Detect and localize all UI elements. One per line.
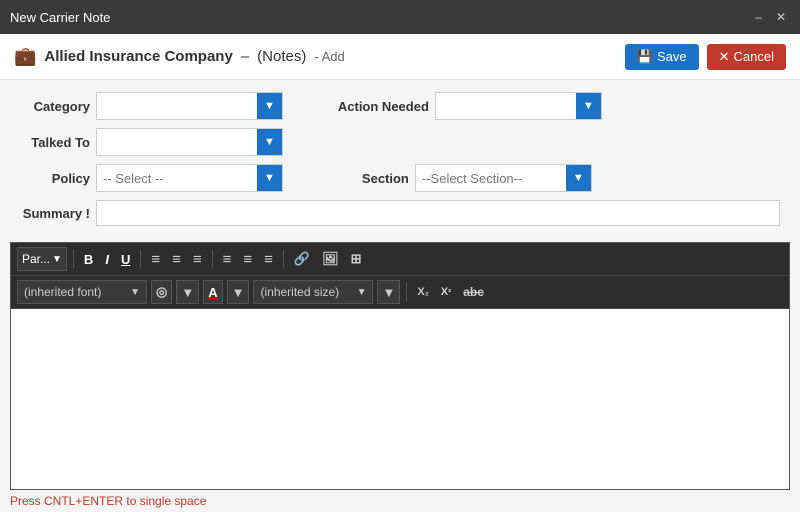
outdent-button[interactable]: ≡ [260, 247, 277, 271]
align-right-button[interactable]: ≡ [189, 247, 206, 271]
paragraph-label: Par... [22, 252, 50, 266]
title-bar: New Carrier Note – ✕ [0, 0, 800, 34]
category-group: Category ▼ [20, 92, 283, 120]
list-unordered-button[interactable]: ≡ [219, 247, 236, 271]
image-button[interactable]: 🖼 [318, 247, 343, 271]
font-special-button[interactable]: ◎ [151, 280, 172, 304]
summary-label: Summary ! [20, 206, 90, 221]
action-needed-input[interactable] [436, 93, 576, 119]
header-separator: – [241, 48, 249, 65]
cancel-button[interactable]: ✕ Cancel [707, 44, 786, 70]
toolbar-sep-3 [212, 250, 213, 268]
category-select-wrapper: ▼ [96, 92, 283, 120]
underline-button[interactable]: U [117, 247, 134, 271]
font-size-arrow-btn[interactable]: ▼ [377, 280, 400, 304]
header-section: (Notes) [257, 48, 306, 65]
font-color-button[interactable]: A [203, 280, 222, 304]
table-button[interactable]: ⊞ [347, 247, 366, 271]
font-size-dropdown[interactable]: (inherited size) ▼ [253, 280, 373, 304]
save-disk-icon: 💾 [637, 49, 653, 65]
editor-container: Par... ▼ B I U ≡ ≡ ≡ ≡ ≡ ≡ 🔗 🖼 ⊞ (inheri… [10, 242, 790, 490]
hint-text: Press CNTL+ENTER to single space [0, 490, 800, 512]
save-label: Save [657, 49, 687, 64]
form-row-3: Policy ▼ Section ▼ [20, 164, 780, 192]
toolbar-sep-2 [140, 250, 141, 268]
section-select-wrapper: ▼ [415, 164, 592, 192]
title-bar-left: New Carrier Note [10, 10, 110, 25]
list-ordered-button[interactable]: ≡ [239, 247, 256, 271]
paragraph-dropdown[interactable]: Par... ▼ [17, 247, 67, 271]
policy-dropdown-arrow: ▼ [264, 172, 275, 184]
action-needed-dropdown-btn[interactable]: ▼ [576, 93, 601, 119]
section-dropdown-btn[interactable]: ▼ [566, 165, 591, 191]
paragraph-arrow: ▼ [52, 254, 62, 265]
dialog: 💼 Allied Insurance Company – (Notes) - A… [0, 34, 800, 512]
save-button[interactable]: 💾 Save [625, 44, 699, 70]
font-family-dropdown[interactable]: (inherited font) ▼ [17, 280, 147, 304]
dialog-header: 💼 Allied Insurance Company – (Notes) - A… [0, 34, 800, 80]
editor-toolbar-top: Par... ▼ B I U ≡ ≡ ≡ ≡ ≡ ≡ 🔗 🖼 ⊞ [11, 243, 789, 276]
close-button[interactable]: ✕ [772, 10, 790, 24]
toolbar-sep-1 [73, 250, 74, 268]
category-label: Category [20, 99, 90, 114]
italic-button[interactable]: I [101, 247, 113, 271]
minimize-button[interactable]: – [751, 10, 766, 24]
dialog-header-actions: 💾 Save ✕ Cancel [625, 44, 786, 70]
policy-dropdown-btn[interactable]: ▼ [257, 165, 282, 191]
action-needed-dropdown-arrow: ▼ [583, 100, 594, 112]
section-group: Section ▼ [349, 164, 592, 192]
superscript-button[interactable]: X² [437, 280, 455, 304]
talked-to-dropdown-arrow: ▼ [264, 136, 275, 148]
action-needed-select-wrapper: ▼ [435, 92, 602, 120]
action-needed-group: Action Needed ▼ [329, 92, 602, 120]
header-action: - Add [314, 49, 344, 64]
font-color-arrow[interactable]: ▼ [227, 280, 250, 304]
subscript-button[interactable]: X₂ [413, 280, 432, 304]
form-row-2: Talked To ▼ [20, 128, 780, 156]
font-size-arrow: ▼ [357, 287, 367, 298]
talked-to-group: Talked To ▼ [20, 128, 283, 156]
category-dropdown-arrow: ▼ [264, 100, 275, 112]
briefcase-icon: 💼 [14, 46, 36, 67]
link-button[interactable]: 🔗 [290, 247, 314, 271]
font-size-label: (inherited size) [260, 285, 339, 299]
category-input[interactable] [97, 93, 257, 119]
form-area: Category ▼ Action Needed ▼ [0, 80, 800, 242]
align-left-button[interactable]: ≡ [147, 247, 164, 271]
talked-to-input[interactable] [97, 129, 257, 155]
form-row-1: Category ▼ Action Needed ▼ [20, 92, 780, 120]
talked-to-label: Talked To [20, 135, 90, 150]
toolbar-sep-4 [283, 250, 284, 268]
title-bar-title: New Carrier Note [10, 10, 110, 25]
policy-select-wrapper: ▼ [96, 164, 283, 192]
section-dropdown-arrow: ▼ [573, 172, 584, 184]
editor-body[interactable] [11, 309, 789, 489]
category-dropdown-btn[interactable]: ▼ [257, 93, 282, 119]
font-family-label: (inherited font) [24, 285, 101, 299]
section-input[interactable] [416, 165, 566, 191]
talked-to-dropdown-btn[interactable]: ▼ [257, 129, 282, 155]
section-label: Section [349, 171, 409, 186]
cancel-x-icon: ✕ [719, 49, 730, 65]
policy-group: Policy ▼ [20, 164, 283, 192]
action-needed-label: Action Needed [329, 99, 429, 114]
font-special2-button[interactable]: ▼ [176, 280, 199, 304]
title-bar-controls: – ✕ [751, 10, 790, 24]
talked-to-select-wrapper: ▼ [96, 128, 283, 156]
policy-label: Policy [20, 171, 90, 186]
dialog-header-info: 💼 Allied Insurance Company – (Notes) - A… [14, 46, 345, 67]
strikethrough-button[interactable]: abc [459, 280, 488, 304]
summary-row: Summary ! [20, 200, 780, 226]
company-name: Allied Insurance Company [44, 48, 232, 65]
bold-button[interactable]: B [80, 247, 97, 271]
toolbar-sep-5 [406, 283, 407, 301]
align-center-button[interactable]: ≡ [168, 247, 185, 271]
cancel-label: Cancel [734, 49, 774, 64]
font-family-arrow: ▼ [130, 287, 140, 298]
policy-input[interactable] [97, 165, 257, 191]
editor-toolbar-bottom: (inherited font) ▼ ◎ ▼ A ▼ (inherited si… [11, 276, 789, 309]
summary-input[interactable] [96, 200, 780, 226]
